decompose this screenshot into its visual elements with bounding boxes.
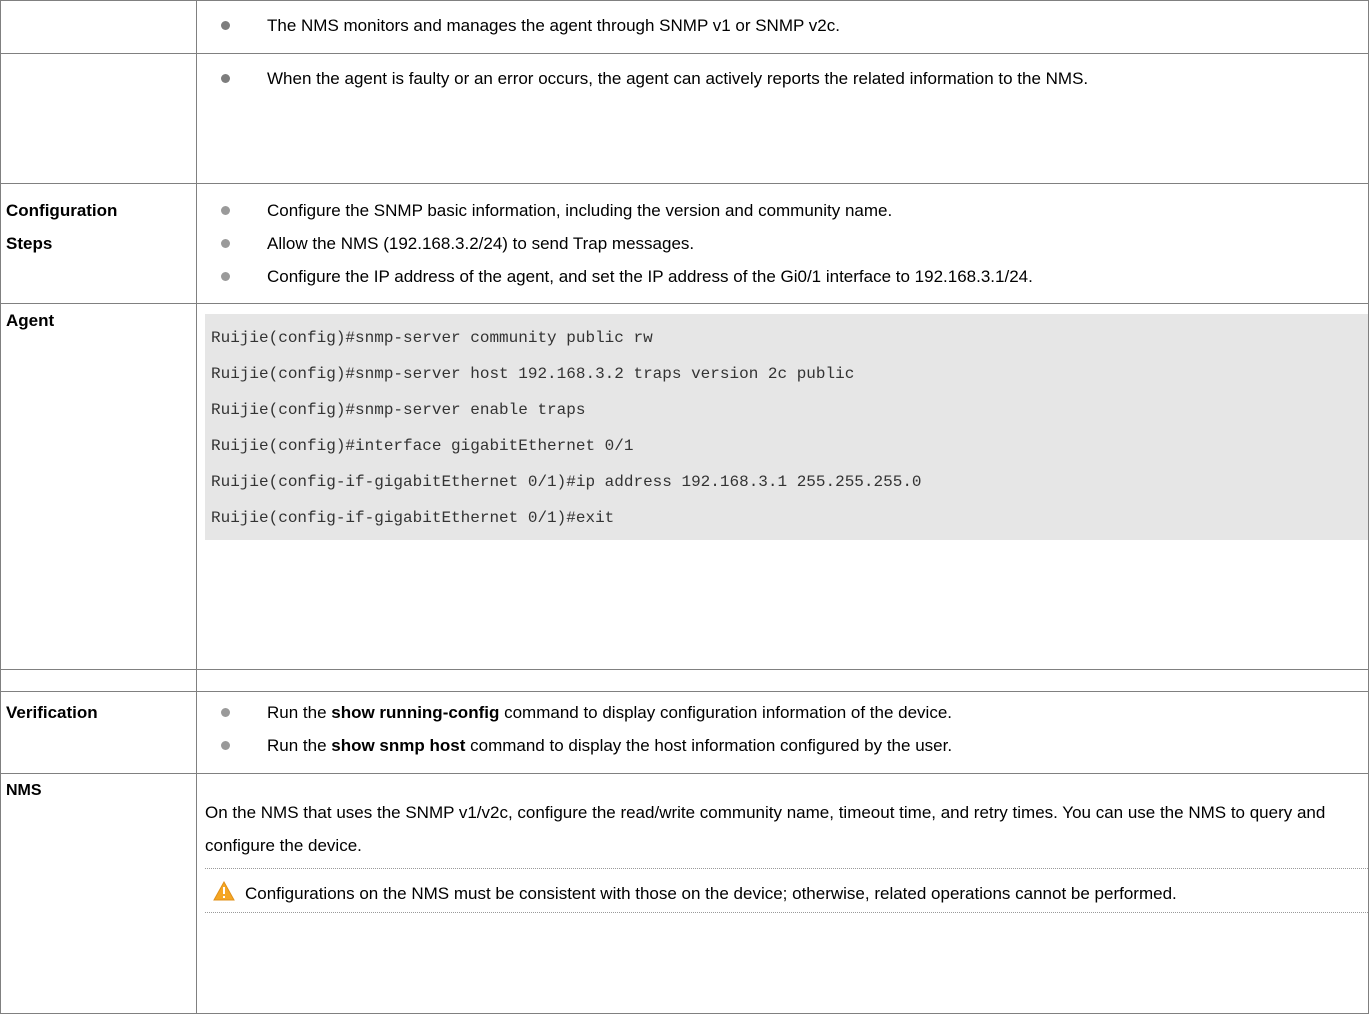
table-row: Configuration Steps Configure the SNMP b… bbox=[0, 183, 1369, 304]
code-line: Ruijie(config-if-gigabitEthernet 0/1)#ex… bbox=[211, 509, 615, 527]
table-row: When the agent is faulty or an error occ… bbox=[0, 53, 1369, 184]
row-content: On the NMS that uses the SNMP v1/v2c, co… bbox=[196, 773, 1369, 1014]
bullet-icon bbox=[221, 206, 230, 215]
row-content: Run the show running-config command to d… bbox=[196, 691, 1369, 774]
code-line: Ruijie(config)#snmp-server host 192.168.… bbox=[211, 365, 855, 383]
row-content: When the agent is faulty or an error occ… bbox=[196, 53, 1369, 184]
row-label-verification: Verification bbox=[0, 691, 197, 774]
bullet-icon bbox=[221, 74, 230, 83]
bullet-icon bbox=[221, 21, 230, 30]
row-content bbox=[196, 669, 1369, 692]
code-line: Ruijie(config-if-gigabitEthernet 0/1)#ip… bbox=[211, 473, 922, 491]
row-label bbox=[0, 669, 197, 692]
table-row: Agent Ruijie(config)#snmp-server communi… bbox=[0, 303, 1369, 670]
code-line: Ruijie(config)#interface gigabitEthernet… bbox=[211, 437, 634, 455]
list-item: The NMS monitors and manages the agent t… bbox=[205, 9, 1368, 42]
config-example-table: The NMS monitors and manages the agent t… bbox=[0, 0, 1369, 1014]
row-content: Ruijie(config)#snmp-server community pub… bbox=[196, 303, 1369, 670]
list-item: Run the show snmp host command to displa… bbox=[205, 729, 1368, 762]
table-row: The NMS monitors and manages the agent t… bbox=[0, 0, 1369, 54]
list-item: Configure the IP address of the agent, a… bbox=[205, 260, 1368, 293]
warning-icon bbox=[213, 881, 235, 901]
bullet-icon bbox=[221, 272, 230, 281]
list-item: Configure the SNMP basic information, in… bbox=[205, 194, 1368, 227]
code-block: Ruijie(config)#snmp-server community pub… bbox=[205, 314, 1368, 540]
code-line: Ruijie(config)#snmp-server enable traps bbox=[211, 401, 586, 419]
bullet-icon bbox=[221, 741, 230, 750]
nms-paragraph: On the NMS that uses the SNMP v1/v2c, co… bbox=[205, 803, 1326, 855]
note-text: Configurations on the NMS must be consis… bbox=[245, 884, 1177, 903]
list-item: When the agent is faulty or an error occ… bbox=[205, 62, 1328, 95]
row-label-configuration-steps: Configuration Steps bbox=[0, 183, 197, 304]
row-label bbox=[0, 53, 197, 184]
table-row-empty bbox=[0, 669, 1369, 692]
bullet-list: The NMS monitors and manages the agent t… bbox=[205, 9, 1368, 42]
command-name: show snmp host bbox=[331, 736, 466, 755]
code-line: Ruijie(config)#snmp-server community pub… bbox=[211, 329, 653, 347]
bullet-list: Configure the SNMP basic information, in… bbox=[205, 194, 1368, 293]
command-name: show running-config bbox=[331, 703, 500, 722]
bullet-list: Run the show running-config command to d… bbox=[205, 696, 1368, 762]
list-item: Run the show running-config command to d… bbox=[205, 696, 1368, 729]
warning-note: Configurations on the NMS must be consis… bbox=[205, 868, 1368, 913]
table-row: Verification Run the show running-config… bbox=[0, 691, 1369, 774]
list-item: Allow the NMS (192.168.3.2/24) to send T… bbox=[205, 227, 1368, 260]
bullet-icon bbox=[221, 239, 230, 248]
bullet-list: When the agent is faulty or an error occ… bbox=[205, 62, 1368, 95]
row-content: Configure the SNMP basic information, in… bbox=[196, 183, 1369, 304]
row-label-agent: Agent bbox=[0, 303, 197, 670]
row-label bbox=[0, 0, 197, 54]
row-content: The NMS monitors and manages the agent t… bbox=[196, 0, 1369, 54]
bullet-icon bbox=[221, 708, 230, 717]
table-row: NMS On the NMS that uses the SNMP v1/v2c… bbox=[0, 773, 1369, 1014]
row-label-nms: NMS bbox=[0, 773, 197, 1014]
